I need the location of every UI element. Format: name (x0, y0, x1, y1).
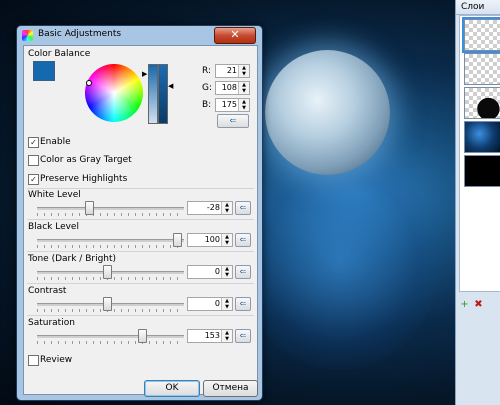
r-value: 21 (226, 66, 237, 75)
preserve-highlights-label: Preserve Highlights (40, 174, 128, 184)
contrast-label: Contrast (28, 286, 67, 296)
color-wheel-icon (22, 30, 33, 41)
enable-checkbox[interactable]: ✓ (28, 137, 39, 148)
color-wheel[interactable] (85, 64, 143, 122)
tone-value: 0 (214, 267, 220, 276)
g-input[interactable]: 108 ▲ ▼ (215, 81, 250, 95)
white-level-spin-icon[interactable]: ▲ ▼ (221, 202, 232, 214)
color-bar[interactable] (158, 64, 168, 124)
b-input[interactable]: 175 ▲ ▼ (215, 98, 250, 112)
r-spin-arrows-icon[interactable]: ▲ ▼ (238, 65, 249, 77)
layer-thumbnail[interactable] (464, 87, 500, 119)
cancel-button[interactable]: Отмена (203, 380, 258, 397)
image-planet (265, 50, 390, 175)
delete-layer-icon[interactable]: ✖ (473, 299, 484, 310)
contrast-spin-icon[interactable]: ▲ ▼ (221, 298, 232, 310)
black-level-spin-icon[interactable]: ▲ ▼ (221, 234, 232, 246)
color-balance-label: Color Balance (28, 49, 91, 59)
tone-spin-icon[interactable]: ▲ ▼ (221, 266, 232, 278)
layer-thumbnail[interactable] (464, 121, 500, 153)
brightness-bar[interactable] (148, 64, 158, 124)
g-label: G: (202, 83, 213, 93)
add-layer-icon[interactable]: + (459, 299, 470, 310)
color-bar-arrow-icon[interactable]: ◀ (168, 82, 173, 90)
dialog-titlebar[interactable]: Basic Adjustments ✕ (17, 26, 262, 44)
color-swatch[interactable] (33, 61, 55, 81)
black-level-track[interactable] (37, 239, 184, 242)
tone-thumb[interactable] (103, 265, 112, 279)
contrast-thumb[interactable] (103, 297, 112, 311)
white-level-reset-button[interactable]: ⇐ (235, 201, 251, 215)
saturation-reset-button[interactable]: ⇐ (235, 329, 251, 343)
layers-toolbar: + ✖ (459, 296, 499, 312)
tone-label: Tone (Dark / Bright) (28, 254, 117, 264)
section-divider (27, 251, 254, 252)
saturation-thumb[interactable] (138, 329, 147, 343)
g-spin-arrows-icon[interactable]: ▲ ▼ (238, 82, 249, 94)
image-glow (240, 150, 440, 370)
black-level-reset-button[interactable]: ⇐ (235, 233, 251, 247)
ok-button[interactable]: OK (144, 380, 200, 397)
tone-reset-button[interactable]: ⇐ (235, 265, 251, 279)
review-checkbox[interactable] (28, 355, 39, 366)
section-divider (27, 315, 254, 316)
black-level-ticks (37, 245, 184, 248)
r-label: R: (202, 66, 212, 76)
white-level-track[interactable] (37, 207, 184, 210)
layer-thumbnail[interactable] (462, 17, 500, 53)
layers-panel: Слои + ✖ (455, 0, 500, 405)
tone-input[interactable]: 0 ▲ ▼ (187, 265, 233, 279)
layers-panel-title: Слои (456, 0, 500, 15)
dialog-content: Color Balance ▶ ◀ R: 21 ▲ ▼ G: 108 ▲ ▼ B: … (23, 45, 258, 395)
black-level-label: Black Level (28, 222, 79, 232)
close-button[interactable]: ✕ (214, 27, 256, 44)
white-level-label: White Level (28, 190, 81, 200)
saturation-value: 153 (204, 331, 220, 340)
section-divider (27, 219, 254, 220)
white-level-thumb[interactable] (85, 201, 94, 215)
reset-color-button[interactable]: ⇐ (217, 114, 249, 128)
dialog-title: Basic Adjustments (38, 29, 122, 39)
white-level-ticks (37, 213, 184, 216)
contrast-value: 0 (214, 299, 220, 308)
review-label: Review (40, 355, 73, 365)
section-divider (27, 283, 254, 284)
layer-thumbnail[interactable] (464, 155, 500, 187)
white-level-input[interactable]: -28 ▲ ▼ (187, 201, 233, 215)
gray-target-label: Color as Gray Target (40, 155, 132, 165)
saturation-label: Saturation (28, 318, 75, 328)
saturation-ticks (37, 341, 184, 344)
saturation-spin-icon[interactable]: ▲ ▼ (221, 330, 232, 342)
brightness-arrow-icon[interactable]: ▶ (142, 70, 147, 78)
black-level-input[interactable]: 100 ▲ ▼ (187, 233, 233, 247)
layer-thumbnail[interactable] (464, 53, 500, 85)
section-divider (27, 188, 254, 189)
enable-label: Enable (40, 137, 71, 147)
basic-adjustments-dialog: Basic Adjustments ✕ Color Balance ▶ ◀ R:… (16, 25, 263, 401)
g-value: 108 (221, 83, 237, 92)
contrast-reset-button[interactable]: ⇐ (235, 297, 251, 311)
saturation-input[interactable]: 153 ▲ ▼ (187, 329, 233, 343)
gray-target-checkbox[interactable] (28, 155, 39, 166)
white-level-value: -28 (206, 203, 220, 212)
b-label: B: (202, 100, 212, 110)
b-value: 175 (221, 100, 237, 109)
preserve-highlights-checkbox[interactable]: ✓ (28, 174, 39, 185)
contrast-input[interactable]: 0 ▲ ▼ (187, 297, 233, 311)
saturation-track[interactable] (37, 335, 184, 338)
black-level-thumb[interactable] (173, 233, 182, 247)
r-input[interactable]: 21 ▲ ▼ (215, 64, 250, 78)
layers-list[interactable] (459, 15, 500, 292)
black-level-value: 100 (204, 235, 220, 244)
b-spin-arrows-icon[interactable]: ▲ ▼ (238, 99, 249, 111)
color-wheel-marker[interactable] (86, 80, 92, 86)
